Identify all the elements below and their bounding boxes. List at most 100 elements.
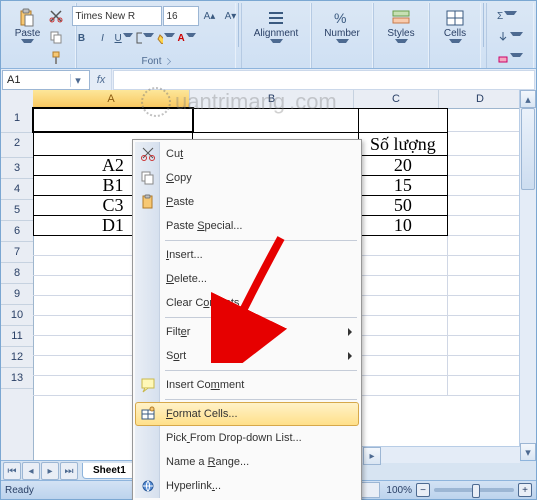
- column-header-B[interactable]: B: [190, 90, 354, 108]
- font-size-combo[interactable]: 16: [163, 6, 199, 26]
- cell[interactable]: 10: [359, 216, 449, 236]
- fill-button[interactable]: [494, 27, 526, 47]
- cell[interactable]: [358, 336, 448, 356]
- alignment-button[interactable]: Alignment: [251, 6, 301, 52]
- vertical-scrollbar[interactable]: ▴ ▾: [519, 90, 536, 461]
- cell[interactable]: [33, 108, 193, 132]
- tab-first-button[interactable]: ⏮: [3, 462, 21, 480]
- formula-input[interactable]: [113, 70, 535, 90]
- scroll-down-button[interactable]: ▾: [520, 443, 536, 461]
- shrink-font-button[interactable]: A▾: [221, 6, 241, 26]
- grow-font-button[interactable]: A▴: [200, 6, 220, 26]
- autosum-button[interactable]: Σ: [494, 6, 520, 26]
- chevron-down-icon[interactable]: ▾: [70, 74, 85, 87]
- tab-prev-button[interactable]: ◂: [22, 462, 40, 480]
- context-menu: Cut CopyPastePaste Special... Insert... Del…: [132, 139, 362, 500]
- column-header-D[interactable]: D: [439, 90, 522, 108]
- row-header-12[interactable]: 12: [1, 347, 33, 368]
- cell[interactable]: 50: [359, 196, 449, 216]
- column-header-A[interactable]: A: [33, 90, 190, 108]
- cells-button[interactable]: Cells: [441, 6, 469, 52]
- cell[interactable]: [359, 108, 449, 132]
- cell[interactable]: [193, 108, 359, 132]
- paste-button[interactable]: Paste: [12, 6, 44, 52]
- font-name-combo[interactable]: Times New R: [72, 6, 162, 26]
- row-header-9[interactable]: 9: [1, 284, 33, 305]
- sheet-tab-sheet1[interactable]: Sheet1: [82, 463, 137, 479]
- row-header-4[interactable]: 4: [1, 179, 33, 200]
- chevron-right-icon: [348, 328, 352, 336]
- menu-item-pick-from-drop-down-list[interactable]: Pick From Drop-down List...: [135, 426, 359, 450]
- scroll-right-button[interactable]: ▸: [363, 447, 381, 465]
- cell[interactable]: [358, 296, 448, 316]
- font-color-button[interactable]: A: [177, 28, 197, 48]
- menu-item-label: Sort: [166, 350, 186, 362]
- row-header-10[interactable]: 10: [1, 305, 33, 326]
- name-box-value: A1: [7, 74, 20, 86]
- zoom-out-button[interactable]: −: [416, 483, 430, 497]
- dialog-launcher-icon[interactable]: [164, 58, 171, 65]
- select-all-corner[interactable]: [1, 90, 34, 109]
- menu-item-filter[interactable]: Filter: [135, 320, 359, 344]
- row-header-3[interactable]: 3: [1, 158, 33, 179]
- tab-last-button[interactable]: ⏭: [60, 462, 78, 480]
- format-painter-button[interactable]: [46, 48, 66, 68]
- column-header-C[interactable]: C: [354, 90, 439, 108]
- cell[interactable]: 20: [359, 156, 449, 176]
- number-button[interactable]: %Number: [321, 6, 363, 52]
- zoom-in-button[interactable]: +: [518, 483, 532, 497]
- menu-item-delete[interactable]: Delete...: [135, 267, 359, 291]
- menu-item-name-a-range[interactable]: Name a Range...: [135, 450, 359, 474]
- copy-button[interactable]: [46, 27, 66, 47]
- italic-button[interactable]: I: [93, 28, 113, 48]
- cell[interactable]: [358, 236, 448, 256]
- fx-button[interactable]: fx: [91, 69, 112, 91]
- cell[interactable]: [358, 356, 448, 376]
- zoom-thumb[interactable]: [472, 484, 480, 498]
- brush-icon: [49, 51, 63, 65]
- menu-item-insert-comment[interactable]: Insert Comment: [135, 373, 359, 397]
- zoom-slider[interactable]: [434, 488, 514, 492]
- row-header-5[interactable]: 5: [1, 200, 33, 221]
- page-break-view-button[interactable]: [360, 482, 380, 498]
- scroll-thumb[interactable]: [521, 108, 535, 190]
- underline-button[interactable]: U: [114, 28, 134, 48]
- row-header-1[interactable]: 1: [1, 108, 33, 133]
- menu-item-clear-contents[interactable]: Clear Contents: [135, 291, 359, 315]
- font-size-value: 16: [167, 11, 178, 22]
- cell[interactable]: [358, 376, 448, 396]
- fill-color-button[interactable]: [156, 28, 176, 48]
- scroll-up-button[interactable]: ▴: [520, 90, 536, 108]
- menu-item-copy[interactable]: Copy: [135, 166, 359, 190]
- clear-button[interactable]: [494, 48, 526, 68]
- cell[interactable]: [358, 316, 448, 336]
- cell[interactable]: 15: [359, 176, 449, 196]
- menu-item-paste-special[interactable]: Paste Special...: [135, 214, 359, 238]
- menu-item-format-cells[interactable]: Format Cells...: [135, 402, 359, 426]
- cut-button[interactable]: [46, 6, 66, 26]
- menu-item-label: Delete...: [166, 273, 207, 285]
- cell[interactable]: [358, 256, 448, 276]
- menu-item-paste[interactable]: Paste: [135, 190, 359, 214]
- menu-item-cut[interactable]: Cut: [135, 142, 359, 166]
- row-header-11[interactable]: 11: [1, 326, 33, 347]
- styles-button[interactable]: Styles: [384, 6, 417, 52]
- cell[interactable]: Số lượng: [359, 132, 449, 156]
- bold-button[interactable]: B: [72, 28, 92, 48]
- row-header-2[interactable]: 2: [1, 133, 33, 158]
- menu-item-label: Insert...: [166, 249, 203, 261]
- cell[interactable]: [358, 276, 448, 296]
- row-header-8[interactable]: 8: [1, 263, 33, 284]
- border-button[interactable]: [135, 28, 155, 48]
- menu-item-label: Cut: [166, 148, 183, 160]
- menu-item-sort[interactable]: Sort: [135, 344, 359, 368]
- row-header-6[interactable]: 6: [1, 221, 33, 242]
- row-header-13[interactable]: 13: [1, 368, 33, 389]
- tab-next-button[interactable]: ▸: [41, 462, 59, 480]
- menu-item-label: Clear Contents: [166, 297, 239, 309]
- menu-item-insert[interactable]: Insert...: [135, 243, 359, 267]
- row-header-7[interactable]: 7: [1, 242, 33, 263]
- menu-item-hyperlink[interactable]: Hyperlink...: [135, 474, 359, 498]
- name-box[interactable]: A1 ▾: [2, 70, 90, 90]
- menu-item-label: Format Cells...: [166, 408, 238, 420]
